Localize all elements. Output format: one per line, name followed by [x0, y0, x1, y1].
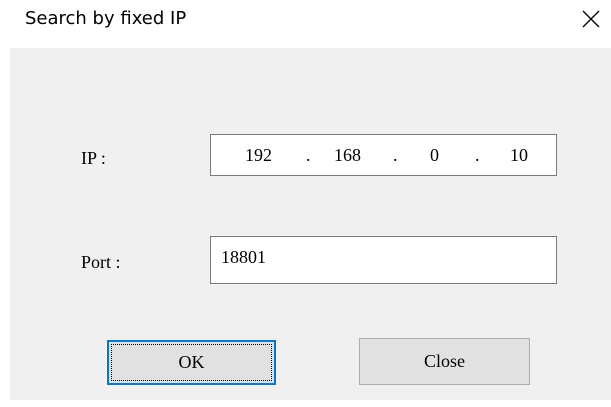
ip-separator: .	[306, 145, 311, 165]
port-value: 18801	[221, 247, 266, 267]
ip-octet-4[interactable]: 10	[510, 145, 528, 165]
title-bar: Search by fixed IP	[0, 0, 611, 48]
close-button[interactable]: Close	[359, 338, 530, 385]
ok-button-label: OK	[178, 352, 205, 372]
ip-octet-3[interactable]: 0	[430, 145, 439, 165]
ip-separator: .	[475, 145, 480, 165]
ip-octet-1[interactable]: 192	[245, 145, 272, 165]
ip-label: IP :	[81, 148, 106, 168]
ip-octet-2[interactable]: 168	[334, 145, 361, 165]
close-icon[interactable]	[578, 6, 604, 32]
ip-address-field[interactable]: 192 . 168 . 0 . 10	[210, 134, 557, 176]
ok-button[interactable]: OK	[107, 340, 276, 385]
ip-separator: .	[393, 145, 398, 165]
port-label: Port :	[81, 252, 121, 272]
close-button-label: Close	[423, 351, 465, 371]
port-input[interactable]: 18801	[210, 236, 557, 284]
window-title: Search by fixed IP	[25, 8, 187, 29]
